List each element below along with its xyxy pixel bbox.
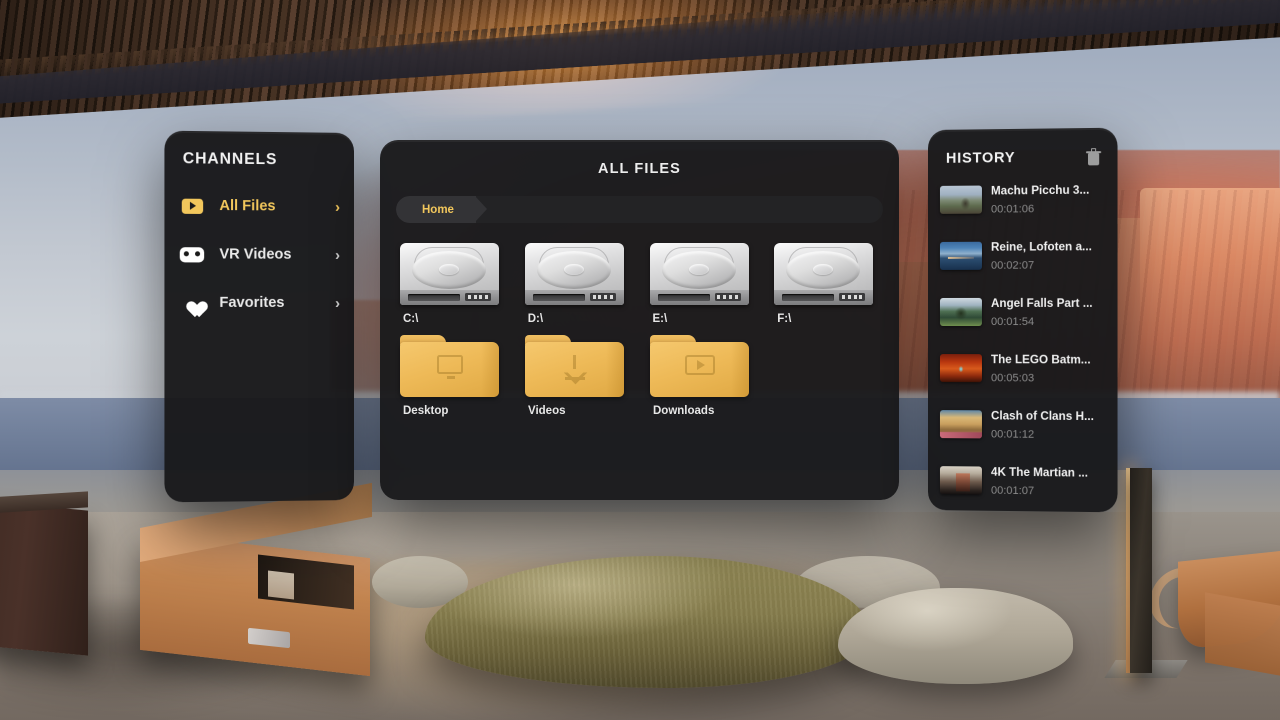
channels-panel: CHANNELS All Files › VR Videos › Favorit… [164, 130, 354, 503]
play-badge-icon [179, 198, 205, 214]
list-item[interactable]: Angel Falls Part ... 00:01:54 [939, 290, 1107, 335]
disk-drive-icon [774, 243, 874, 305]
folders-row: Desktop Videos Downloads [400, 335, 899, 417]
trash-icon[interactable] [1086, 148, 1101, 165]
list-item[interactable]: 4K The Martian ... 00:01:07 [939, 458, 1107, 504]
channels-list: All Files › VR Videos › Favorites › [164, 188, 354, 320]
video-thumbnail [939, 297, 982, 327]
sidebar-item-favorites[interactable]: Favorites › [179, 286, 344, 320]
drive-label: F:\ [777, 313, 792, 325]
video-thumbnail [939, 354, 982, 383]
history-item-title: Reine, Lofoten a... [990, 240, 1092, 254]
disk-drive-icon [524, 243, 624, 305]
breadcrumb-item-home[interactable]: Home [396, 196, 487, 223]
sidebar-item-label: Favorites [219, 294, 285, 311]
sidebar-item-vr-videos[interactable]: VR Videos › [179, 237, 344, 272]
file-grid: C:\ D:\ E:\ F:\ Desktop Videos Downloads [400, 243, 899, 417]
history-item-time: 00:05:03 [990, 372, 1035, 385]
grey-beanbag [838, 588, 1073, 684]
drive-item-f[interactable]: F:\ [774, 243, 899, 325]
folder-item-videos[interactable]: Videos [525, 335, 650, 417]
sidebar-item-label: VR Videos [219, 246, 292, 263]
drive-item-d[interactable]: D:\ [524, 243, 650, 325]
folder-icon [525, 335, 624, 397]
history-panel: HISTORY Machu Picchu 3... 00:01:06 Reine… [928, 127, 1118, 513]
history-item-time: 00:01:54 [990, 315, 1035, 329]
page-title: ALL FILES [598, 161, 681, 177]
download-arrow-icon [525, 355, 624, 380]
all-files-panel: ALL FILES Home C:\ D:\ E:\ F:\ Desktop V… [380, 140, 899, 500]
history-item-time: 00:02:07 [990, 259, 1035, 272]
list-item[interactable]: Clash of Clans H... 00:01:12 [939, 402, 1107, 447]
history-item-title: 4K The Martian ... [990, 465, 1088, 480]
history-item-time: 00:01:12 [990, 428, 1035, 441]
video-thumbnail [939, 185, 982, 214]
dark-cabinet [0, 499, 88, 656]
history-title: HISTORY [945, 149, 1016, 167]
vr-headset-icon [179, 246, 205, 262]
history-list[interactable]: Machu Picchu 3... 00:01:06 Reine, Lofote… [928, 176, 1118, 504]
history-item-time: 00:01:06 [990, 203, 1035, 216]
video-thumbnail [939, 410, 982, 439]
folder-item-desktop[interactable]: Desktop [400, 335, 525, 417]
history-item-title: The LEGO Batm... [990, 353, 1091, 367]
drive-item-c[interactable]: C:\ [400, 243, 525, 325]
history-item-title: Clash of Clans H... [990, 409, 1094, 424]
folder-item-downloads[interactable]: Downloads [650, 335, 775, 417]
disk-drive-icon [649, 243, 749, 305]
folder-label: Downloads [653, 405, 715, 417]
history-header: HISTORY [928, 128, 1118, 167]
drive-label: D:\ [527, 313, 544, 325]
sidebar-item-label: All Files [219, 197, 276, 215]
drive-label: C:\ [403, 313, 419, 325]
monitor-icon [400, 355, 499, 379]
video-play-icon [650, 355, 749, 375]
list-item[interactable]: The LEGO Batm... 00:05:03 [939, 346, 1107, 391]
folder-label: Desktop [403, 405, 449, 417]
heart-icon [179, 294, 205, 312]
drive-label: E:\ [652, 313, 668, 325]
breadcrumb: Home [396, 196, 883, 223]
video-thumbnail [939, 241, 982, 270]
folder-icon [400, 335, 499, 397]
drive-item-e[interactable]: E:\ [649, 243, 775, 325]
list-item[interactable]: Machu Picchu 3... 00:01:06 [939, 176, 1107, 222]
video-thumbnail [939, 466, 982, 495]
folder-icon [650, 335, 749, 397]
floor-lamp [1130, 468, 1152, 673]
vr-home-screen: CHANNELS All Files › VR Videos › Favorit… [0, 0, 1280, 720]
chevron-right-icon: › [335, 294, 341, 312]
chevron-right-icon: › [335, 198, 341, 216]
disk-drive-icon [400, 243, 499, 305]
history-item-title: Machu Picchu 3... [990, 183, 1090, 198]
list-item[interactable]: Reine, Lofoten a... 00:02:07 [939, 233, 1107, 278]
channels-title: CHANNELS [182, 150, 278, 169]
chevron-right-icon: › [335, 246, 341, 264]
sidebar-item-all-files[interactable]: All Files › [179, 189, 344, 224]
drives-row: C:\ D:\ E:\ F:\ [400, 243, 899, 325]
folder-label: Videos [528, 405, 566, 417]
sideboard-book [268, 570, 294, 600]
history-item-time: 00:01:07 [990, 484, 1035, 498]
history-item-title: Angel Falls Part ... [990, 296, 1093, 310]
